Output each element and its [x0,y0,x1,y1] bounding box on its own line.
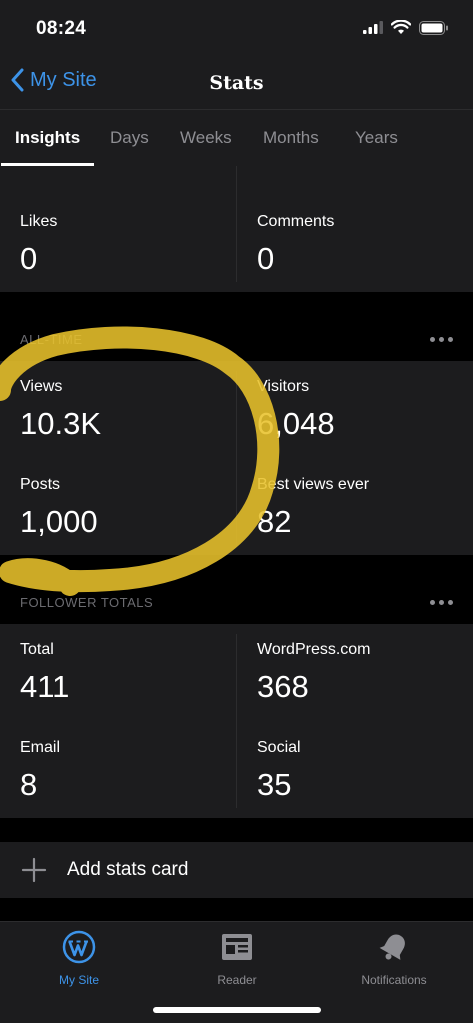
stat-views: Views 10.3K [20,378,101,442]
tab-bar-my-site[interactable]: My Site [0,930,158,987]
more-options-button[interactable] [427,330,455,348]
stat-label: Total [20,641,54,658]
tab-bar-label: Reader [217,973,257,987]
stat-value: 35 [257,767,292,802]
stat-value: 6,048 [257,406,335,441]
stat-wordpress-com: WordPress.com 368 [257,641,371,705]
battery-icon [419,20,448,35]
status-icons [363,20,449,35]
stat-label: WordPress.com [257,641,371,658]
tab-days[interactable]: Days [110,110,149,166]
stat-label: Social [257,739,301,756]
stat-label: Email [20,739,61,756]
dot-icon [438,599,444,605]
dot-icon [429,336,435,342]
tab-bar-reader[interactable]: Reader [158,930,316,987]
tab-years[interactable]: Years [355,110,398,166]
wordpress-icon [62,930,96,964]
divider [236,371,237,545]
stat-likes: Likes 0 [20,213,57,277]
stat-value: 368 [257,669,309,704]
more-options-button[interactable] [427,593,455,611]
section-title: ALL-TIME [20,332,83,347]
stat-label: Visitors [257,378,310,395]
stat-label: Comments [257,213,335,230]
tab-bar-notifications[interactable]: Notifications [315,930,473,987]
tab-bar-label: Notifications [361,973,427,987]
section-title: FOLLOWER TOTALS [20,595,154,610]
add-stats-card-label: Add stats card [67,859,189,880]
stat-posts: Posts 1,000 [20,476,98,540]
tab-insights[interactable]: Insights [0,110,95,166]
dot-icon [429,599,435,605]
stat-comments: Comments 0 [257,213,334,277]
stat-value: 0 [257,241,275,276]
home-indicator [153,1007,321,1013]
stat-value: 10.3K [20,406,102,441]
stat-visitors: Visitors 6,048 [257,378,335,442]
dot-icon [447,599,453,605]
stat-value: 0 [20,241,38,276]
plus-icon [21,857,47,883]
dot-icon [447,336,453,342]
tab-bar-label: My Site [58,973,99,987]
wifi-icon [391,20,411,34]
status-time: 08:24 [36,18,87,39]
divider [236,166,237,282]
divider [236,634,237,808]
bell-icon [379,934,405,960]
stat-label: Likes [20,213,58,230]
stat-label: Best views ever [257,476,370,493]
stat-value: 411 [20,669,70,704]
tab-months[interactable]: Months [263,110,319,166]
stat-best-views: Best views ever 82 [257,476,369,540]
stat-total: Total 411 [20,641,69,705]
stat-social: Social 35 [257,739,301,803]
stat-email: Email 8 [20,739,60,803]
tab-weeks[interactable]: Weeks [180,110,232,166]
stats-card-top: Likes 0 Comments 0 [0,166,473,292]
all-time-card: Views 10.3K Visitors 6,048 Posts 1,000 B… [0,361,473,555]
follower-totals-card: Total 411 WordPress.com 368 Email 8 Soci… [0,624,473,818]
all-time-header: ALL-TIME [0,320,473,360]
period-tabs: Insights Days Weeks Months Years [0,110,473,166]
signal-icon [363,21,383,34]
stat-value: 1,000 [20,504,98,539]
reader-icon [222,934,252,960]
stat-value: 8 [20,767,38,802]
stat-value: 82 [257,504,292,539]
stat-label: Views [20,378,63,395]
dot-icon [438,336,444,342]
status-bar: 08:24 [0,0,473,58]
stat-label: Posts [20,476,61,493]
page-title: Stats [209,72,264,94]
follower-totals-header: FOLLOWER TOTALS [0,583,473,623]
add-stats-card-button[interactable]: Add stats card [0,842,473,898]
navigation-bar: My Site Stats [0,58,473,110]
